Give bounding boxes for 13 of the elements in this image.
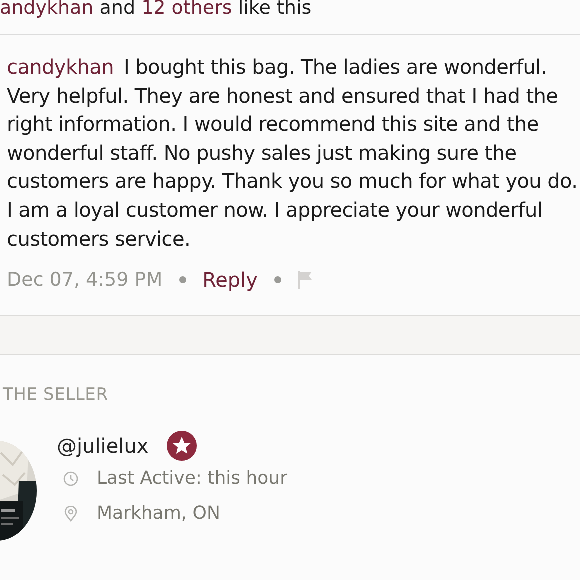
seller-username[interactable]: @julielux [57,434,149,458]
section-heading: THE SELLER [3,385,110,406]
seller-detail: Markham, ON [97,503,220,524]
dot-separator-icon [178,276,187,284]
author-link[interactable]: candykhan [7,55,114,79]
comment-date: Dec 07, 4:59 PM [7,269,163,292]
flag-icon[interactable] [298,271,312,290]
dot-separator-icon [274,276,282,284]
reply-link[interactable]: Reply [202,268,258,292]
clock-icon [63,470,79,487]
comment-text: candykhan I bought this bag. The ladies are wonderful. Very helpful. They are honest and ensured that I had the right information. I would recommend this site and the wonderful staff. No pushy sales just making sure the customers are happy. Thank you so much for what you do. I am a loyal customer now. I appreciate your wonderful customers service. [7,54,579,253]
location-pin-icon [63,506,79,522]
seller-detail: Last Active: this hour [97,468,288,490]
